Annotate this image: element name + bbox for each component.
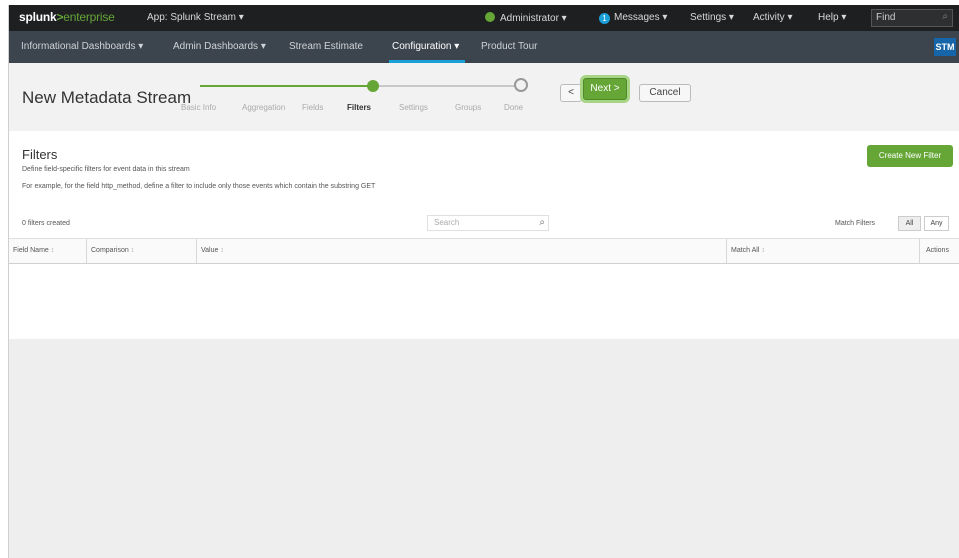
filters-table-body (9, 264, 959, 339)
match-any-button[interactable]: Any (924, 216, 949, 231)
step-filters: Filters (347, 103, 372, 112)
sort-icon: ↕ (761, 247, 765, 254)
next-button[interactable]: Next > (583, 78, 627, 100)
logo-enterprise-text: enterprise (63, 10, 115, 24)
page-background-area (9, 339, 959, 558)
page-title: New Metadata Stream (22, 88, 192, 107)
nav-product-tour[interactable]: Product Tour (481, 41, 538, 52)
column-value[interactable]: Value ↕ (197, 239, 727, 263)
sort-icon: ↕ (220, 247, 224, 254)
administrator-label: Administrator ▾ (500, 13, 567, 24)
administrator-menu[interactable]: Administrator ▾ (485, 12, 567, 24)
settings-menu[interactable]: Settings ▾ (690, 12, 734, 23)
sort-icon: ↕ (130, 247, 135, 254)
app-nav-bar: Informational Dashboards ▾ Admin Dashboa… (9, 31, 959, 63)
sort-icon: ↕ (50, 247, 55, 254)
filters-heading: Filters (22, 147, 58, 162)
step-settings: Settings (399, 103, 428, 112)
search-icon[interactable]: ⌕ (942, 11, 948, 22)
filters-table-header: Field Name ↕ Comparison ↕ Value ↕ Match All… (9, 238, 959, 264)
search-icon[interactable]: ⌕ (539, 217, 545, 228)
cancel-button[interactable]: Cancel (639, 84, 691, 102)
splunk-top-bar: splunk>enterprise App: Splunk Stream ▾ A… (9, 5, 959, 31)
previous-button[interactable]: < (560, 84, 582, 102)
match-filters-label: Match Filters (835, 220, 876, 227)
step-aggregation: Aggregation (242, 103, 286, 112)
app-window: splunk>enterprise App: Splunk Stream ▾ A… (8, 5, 959, 558)
column-comparison-label: Comparison (91, 247, 129, 254)
messages-count-badge: 1 (599, 13, 610, 24)
wizard-header: New Metadata Stream Basic Info Aggregati… (9, 63, 959, 131)
app-menu[interactable]: App: Splunk Stream ▾ (147, 12, 244, 23)
column-value-label: Value (201, 247, 219, 254)
column-match-all-label: Match All (731, 247, 760, 254)
nav-informational-dashboards[interactable]: Informational Dashboards ▾ (21, 41, 143, 52)
nav-configuration[interactable]: Configuration ▾ (392, 41, 459, 52)
match-all-button[interactable]: All (898, 216, 921, 231)
column-match-all[interactable]: Match All ↕ (727, 239, 920, 263)
nav-admin-dashboards[interactable]: Admin Dashboards ▾ (173, 41, 266, 52)
filters-count: 0 filters created (22, 220, 70, 227)
wizard-progress-fill (200, 85, 373, 87)
column-actions: Actions (926, 247, 949, 254)
column-comparison[interactable]: Comparison ↕ (87, 239, 197, 263)
find-input[interactable]: Find ⌕ (871, 9, 953, 27)
filter-search-input[interactable]: Search ⌕ (427, 215, 549, 231)
filters-example: For example, for the field http_method, … (22, 183, 376, 190)
filters-description: Define field-specific filters for event … (22, 166, 190, 173)
activity-menu[interactable]: Activity ▾ (753, 12, 792, 23)
status-ok-icon (485, 12, 495, 22)
step-current-marker (367, 80, 379, 92)
help-menu[interactable]: Help ▾ (818, 12, 846, 23)
step-basic-info: Basic Info (181, 103, 217, 112)
nav-stream-estimate[interactable]: Stream Estimate (289, 41, 363, 52)
messages-menu[interactable]: 1 Messages ▾ (599, 12, 667, 24)
step-done: Done (504, 103, 524, 112)
messages-label: Messages ▾ (614, 12, 668, 23)
find-placeholder: Find (876, 12, 896, 23)
app-badge: STM (934, 38, 956, 56)
create-new-filter-button[interactable]: Create New Filter (867, 145, 953, 167)
column-field-name[interactable]: Field Name ↕ (9, 239, 87, 263)
splunk-logo[interactable]: splunk>enterprise (19, 10, 115, 24)
logo-splunk-text: splunk (19, 10, 57, 24)
search-placeholder: Search (434, 218, 460, 227)
column-field-name-label: Field Name (13, 247, 49, 254)
step-fields: Fields (302, 103, 324, 112)
step-groups: Groups (455, 103, 482, 112)
step-done-marker (514, 78, 528, 92)
